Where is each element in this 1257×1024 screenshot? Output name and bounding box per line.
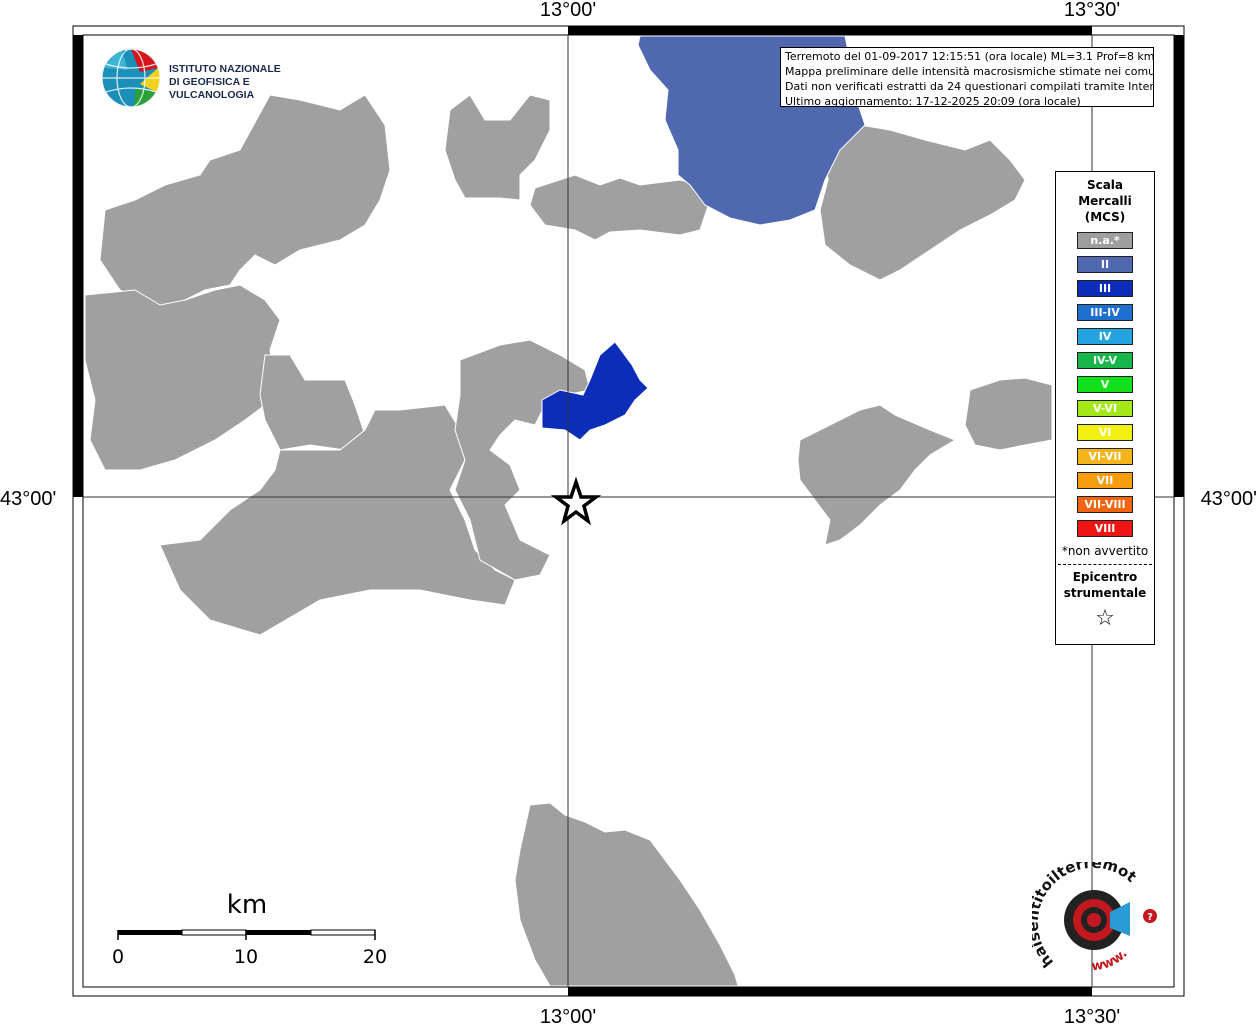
lat-label-left-4300: 43°00'	[0, 488, 56, 510]
event-info-box: Terremoto del 01-09-2017 12:15:51 (ora l…	[780, 47, 1154, 107]
info-line-map: Mappa preliminare delle intensità macros…	[785, 65, 1154, 78]
legend-item: V-VI	[1077, 400, 1133, 417]
legend-item: IV-V	[1077, 352, 1133, 369]
svg-text:www.: www.	[1091, 946, 1131, 974]
epicenter-star-icon	[550, 476, 602, 526]
legend-item: III	[1077, 280, 1133, 297]
frame-seg-right	[1174, 35, 1184, 497]
municipality-area	[84, 284, 281, 471]
municipality-area	[99, 94, 391, 311]
scale-bar: km 0 10 20	[112, 890, 387, 968]
ingv-name-line-1: ISTITUTO NAZIONALE	[169, 63, 281, 75]
scale-bar-tick-0: 0	[112, 946, 124, 968]
frame-seg-top	[568, 26, 1092, 35]
legend-items: n.a.* II III III-IV IV IV-V V V-VI VI VI-VII VII VI…	[1056, 232, 1154, 537]
municipality-area	[259, 354, 366, 451]
frame-seg-bottom	[568, 987, 1092, 996]
legend-item: VII	[1077, 472, 1133, 489]
legend-epicenter-star-icon: ☆	[1095, 606, 1115, 631]
scale-bar-tick-20: 20	[363, 946, 387, 968]
haisentito-logo: haisentitoilterremoto.it www. ?	[1024, 848, 1162, 982]
mcs-legend: Scala Mercalli (MCS) n.a.* II III III-IV IV I…	[1055, 171, 1155, 645]
lon-label-bottom-1330: 13°30'	[1064, 1006, 1120, 1024]
lon-label-bottom-1300: 13°00'	[540, 1006, 596, 1024]
legend-item: V	[1077, 376, 1133, 393]
legend-item: VI	[1077, 424, 1133, 441]
municipality-area	[797, 404, 957, 546]
legend-item: VI-VII	[1077, 448, 1133, 465]
scale-bar-unit: km	[227, 890, 267, 920]
municipality-area	[514, 802, 739, 987]
lon-label-top-1300: 13°00'	[540, 0, 596, 21]
info-line-updated: Ultimo aggiornamento: 17-12-2025 20:09 (…	[785, 95, 1081, 107]
legend-divider	[1058, 564, 1152, 565]
legend-item: n.a.*	[1077, 232, 1133, 249]
legend-not-felt-note: *non avvertito	[1061, 544, 1149, 558]
legend-item: III-IV	[1077, 304, 1133, 321]
municipality-area	[529, 174, 711, 241]
frame-seg-left	[73, 35, 83, 497]
svg-text:?: ?	[1147, 912, 1153, 923]
municipality-area	[964, 377, 1053, 451]
scale-bar-tick-10: 10	[234, 946, 258, 968]
ingv-logo: ISTITUTO NAZIONALE DI GEOFISICA E VULCAN…	[100, 46, 320, 110]
lat-label-right-4300: 43°00'	[1201, 488, 1257, 510]
info-line-data: Dati non verificati estratti da 24 quest…	[785, 80, 1154, 93]
ingv-globe-icon	[101, 48, 161, 108]
legend-item: VIII	[1077, 520, 1133, 537]
ingv-name-line-2: DI GEOFISICA E VULCANOLOGIA	[169, 76, 255, 101]
legend-title: Scala Mercalli (MCS)	[1078, 178, 1132, 224]
municipality-area	[454, 339, 591, 581]
legend-epicenter-label: Epicentro strumentale	[1063, 570, 1147, 600]
legend-item: VII-VIII	[1077, 496, 1133, 513]
lon-label-top-1330: 13°30'	[1064, 0, 1120, 21]
haisentito-www-text: www.	[1091, 946, 1131, 974]
municipality-area	[819, 124, 1026, 281]
legend-item: II	[1077, 256, 1133, 273]
info-line-event: Terremoto del 01-09-2017 12:15:51 (ora l…	[785, 50, 1154, 63]
legend-item: IV	[1077, 328, 1133, 345]
municipality-area	[444, 94, 551, 201]
